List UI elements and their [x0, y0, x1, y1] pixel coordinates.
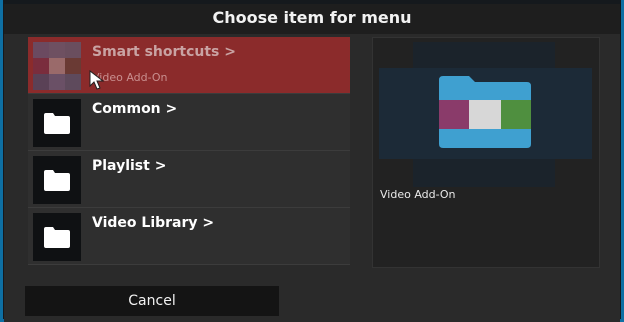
item-label: Playlist >	[92, 158, 167, 174]
item-label: Video Library >	[92, 215, 215, 231]
cancel-button[interactable]: Cancel	[25, 286, 279, 316]
choose-item-dialog: Choose item for menu Smart shortcuts > V…	[4, 4, 620, 322]
window-edge-left	[0, 0, 3, 322]
mouse-pointer-icon	[89, 70, 105, 90]
preview-panel: Video Add-On	[372, 37, 600, 268]
item-label: Common >	[92, 101, 178, 117]
folder-icon	[44, 170, 70, 191]
folder-icon	[439, 76, 531, 148]
item-label: Smart shortcuts >	[92, 44, 236, 60]
list-item-video-library[interactable]: Video Library >	[28, 208, 350, 265]
folder-icon	[44, 113, 70, 134]
list-item-smart-shortcuts[interactable]: Smart shortcuts > Video Add-On	[28, 37, 350, 94]
common-thumbnail	[33, 99, 81, 147]
list-item-common[interactable]: Common >	[28, 94, 350, 151]
list-item-playlist[interactable]: Playlist >	[28, 151, 350, 208]
playlist-thumbnail	[33, 156, 81, 204]
item-list: Smart shortcuts > Video Add-On Common > …	[28, 37, 350, 270]
dialog-title: Choose item for menu	[4, 4, 620, 34]
smart-shortcuts-thumbnail	[33, 42, 81, 90]
folder-icon	[44, 227, 70, 248]
video-library-thumbnail	[33, 213, 81, 261]
preview-caption: Video Add-On	[380, 188, 456, 201]
